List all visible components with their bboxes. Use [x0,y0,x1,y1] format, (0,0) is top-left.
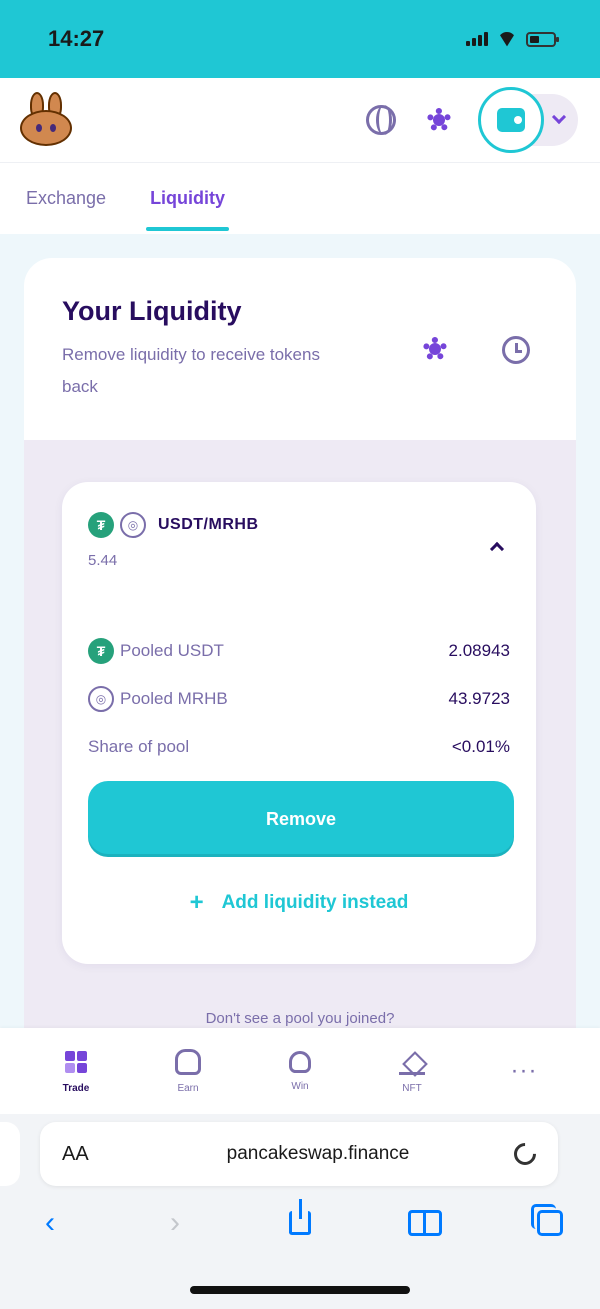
bottom-nav: Trade Earn Win NFT ··· [0,1028,600,1114]
chevron-down-icon [551,109,567,125]
nav-item-more[interactable]: ··· [489,1057,559,1085]
settings-gear-icon[interactable] [424,105,454,135]
add-liquidity-label: Add liquidity instead [221,892,409,913]
wifi-icon [498,32,516,46]
browser-chrome: AA pancakeswap.finance ‹ › [0,1114,600,1309]
detail-value: <0.01% [451,737,510,756]
browser-toolbar: ‹ › [0,1199,600,1246]
detail-value: 43.9723 [448,689,510,708]
wallet-icon [478,87,544,153]
tab-exchange[interactable]: Exchange [22,163,110,235]
find-pool-hint[interactable]: Don't see a pool you joined? [24,1010,576,1027]
remove-button[interactable]: Remove [88,781,514,857]
back-icon[interactable]: ‹ [32,1205,68,1241]
pair-name: USDT/MRHB [158,516,259,533]
battery-icon [526,31,559,47]
forward-icon[interactable]: › [157,1205,193,1241]
share-icon-wrap[interactable] [282,1199,318,1241]
detail-row: ₮ Pooled USDT 2.08943 [88,627,510,675]
nav-item-win[interactable]: Win [265,1050,335,1092]
win-icon [289,1050,311,1073]
home-indicator [190,1286,410,1294]
status-time: 14:27 [48,26,105,51]
tabs-icon-wrap[interactable] [531,1204,568,1241]
pair-header[interactable]: ₮ ◎ USDT/MRHB [88,512,510,538]
sub-nav-tabs: Exchange Liquidity [0,162,600,234]
liquidity-header: Your Liquidity Remove liquidity to recei… [24,258,576,440]
tab-liquidity[interactable]: Liquidity [146,163,230,235]
nav-label: NFT [402,1082,422,1094]
add-liquidity-link[interactable]: + Add liquidity instead [88,889,510,917]
detail-label: Share of pool [88,737,190,756]
reload-icon[interactable] [509,1138,541,1170]
status-bar: 14:27 [0,0,600,78]
mrhb-token-icon: ◎ [120,512,146,538]
page-subtitle: Remove liquidity to receive tokens back [62,345,320,396]
nav-label: Earn [177,1082,199,1094]
nft-icon [399,1049,425,1075]
nav-item-earn[interactable]: Earn [153,1048,223,1094]
address-bar[interactable]: AA pancakeswap.finance [40,1122,558,1186]
previous-tab-peek[interactable] [0,1122,20,1186]
detail-label: Pooled MRHB [120,689,228,708]
status-icons [466,31,559,47]
position-details: ₮ Pooled USDT 2.08943 ◎ Pooled MRHB 43.9… [88,627,510,771]
mrhb-token-icon: ◎ [88,686,114,712]
nav-label: Trade [62,1082,90,1094]
globe-icon[interactable] [366,105,396,135]
plus-icon: + [189,889,204,916]
position-card: ₮ ◎ USDT/MRHB 5.44 ₮ Pooled USDT 2.08943… [62,482,536,964]
tabs-icon [531,1204,563,1236]
pair-amount: 5.44 [88,552,118,569]
pancakeswap-logo-icon[interactable] [18,92,74,148]
earn-icon [175,1048,201,1075]
liquidity-card: Your Liquidity Remove liquidity to recei… [24,258,576,1058]
detail-label: Pooled USDT [120,641,224,660]
bookmarks-icon [408,1210,442,1236]
liquidity-list: ₮ ◎ USDT/MRHB 5.44 ₮ Pooled USDT 2.08943… [24,440,576,1058]
page-title: Your Liquidity [62,296,242,326]
reader-settings-button[interactable]: AA [62,1143,122,1166]
wallet-button[interactable] [478,87,578,153]
usdt-token-icon: ₮ [88,638,114,664]
liquidity-settings-gear-icon[interactable] [420,334,450,364]
detail-row: Share of pool <0.01% [88,723,510,771]
detail-value: 2.08943 [448,641,510,660]
nav-item-trade[interactable]: Trade [41,1049,111,1094]
trade-icon [63,1049,89,1075]
share-icon [289,1199,311,1235]
more-icon: ··· [510,1057,538,1084]
nav-actions [366,87,578,153]
detail-row: ◎ Pooled MRHB 43.9723 [88,675,510,723]
nav-label: Win [291,1080,309,1092]
top-nav [0,78,600,162]
usdt-token-icon: ₮ [88,512,114,538]
history-clock-icon[interactable] [502,336,530,364]
url-text[interactable]: pancakeswap.finance [122,1143,514,1165]
signal-icon [466,32,488,46]
bookmarks-icon-wrap[interactable] [407,1205,443,1241]
nav-item-nft[interactable]: NFT [377,1049,447,1094]
